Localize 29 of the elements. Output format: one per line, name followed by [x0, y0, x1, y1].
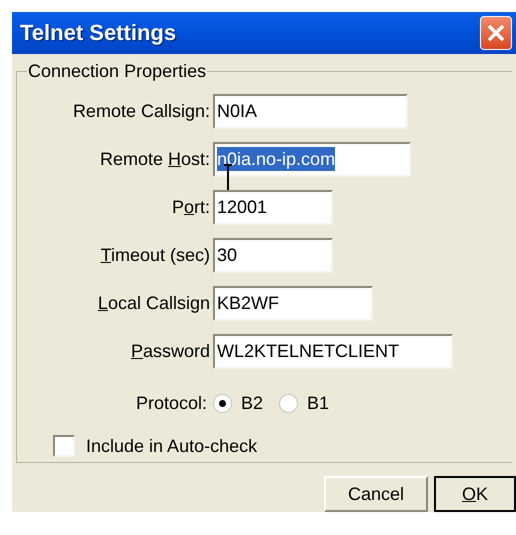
field-value: N0IA: [217, 100, 258, 124]
radio-option[interactable]: B1: [279, 390, 330, 418]
radio-button[interactable]: [279, 394, 298, 414]
text-input-field[interactable]: N0IA: [213, 94, 408, 129]
field-label: Remote Host:: [98, 148, 211, 171]
field-value: 12001: [217, 196, 268, 220]
field-value: n0ia.no-ip.com: [217, 147, 336, 172]
field-label: Local Callsign: [96, 292, 211, 315]
field-value: 30: [217, 244, 238, 268]
auto-check-option[interactable]: Include in Auto-check: [53, 432, 258, 460]
text-input-field[interactable]: 30: [213, 238, 333, 273]
text-input-field[interactable]: KB2WF: [213, 286, 373, 321]
dialog-button[interactable]: OK: [434, 476, 516, 512]
protocol-label: Protocol:: [134, 392, 208, 416]
close-icon: [486, 22, 506, 43]
checkbox[interactable]: [53, 435, 75, 458]
close-button[interactable]: [480, 16, 512, 50]
radio-option[interactable]: B2: [213, 390, 264, 418]
field-label: Password: [130, 340, 211, 363]
window-title: Telnet Settings: [20, 19, 176, 48]
text-input-field[interactable]: 12001: [213, 190, 333, 225]
field-label: Port:: [170, 196, 211, 219]
radio-button[interactable]: [213, 394, 232, 414]
field-value: KB2WF: [217, 292, 280, 316]
field-value: WL2KTELNETCLIENT: [217, 340, 400, 364]
field-label: Timeout (sec): [100, 244, 211, 267]
dialog-button[interactable]: Cancel: [324, 476, 428, 512]
text-input-field[interactable]: WL2KTELNETCLIENT: [213, 334, 453, 369]
field-label: Remote Callsign:: [72, 100, 211, 123]
